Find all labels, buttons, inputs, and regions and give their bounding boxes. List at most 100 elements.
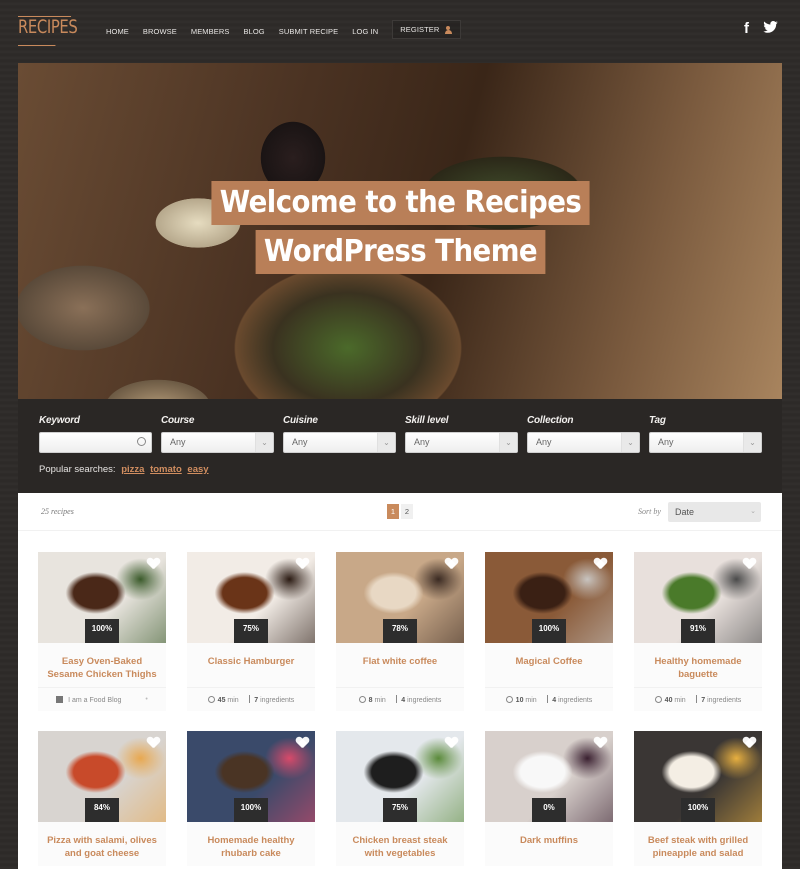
user-icon [445,25,454,34]
recipe-card[interactable]: 91% Healthy homemade baguette 40 min 7 ingr… [634,552,762,711]
recipe-meta: 10 min 4 ingredients [485,687,613,711]
recipe-ingredients-count: 7 [701,697,706,704]
recipe-time-unit: min [525,696,537,704]
nav-home[interactable]: HOME [106,27,129,36]
recipe-image[interactable]: 0% [485,731,613,822]
main-nav: HOME BROWSE MEMBERS BLOG SUBMIT RECIPE L… [106,20,475,39]
recipe-card[interactable]: 84% Pizza with salami, olives and goat ch… [38,731,166,866]
recipe-source[interactable]: I am a Food Blog [56,695,121,704]
cuisine-select[interactable]: Any ⌄ [283,432,396,453]
nav-submit-recipe[interactable]: SUBMIT RECIPE [279,27,339,36]
recipe-title[interactable]: Healthy homemade baguette [634,643,762,687]
recipe-title[interactable]: Dark muffins [485,822,613,866]
recipe-card[interactable]: 100% Magical Coffee 10 min 4 ingredients [485,552,613,711]
ingredients-icon [395,695,398,703]
nav-members[interactable]: MEMBERS [191,27,230,36]
course-select[interactable]: Any ⌄ [161,432,274,453]
recipe-title[interactable]: Easy Oven-Baked Sesame Chicken Thighs [38,643,166,687]
recipe-image[interactable]: 100% [634,731,762,822]
recipe-card[interactable]: 75% Classic Hamburger 45 min 7 ingredients [187,552,315,711]
course-label: Course [161,415,195,426]
recipe-image[interactable]: 75% [187,552,315,643]
chevron-down-icon: ⌄ [621,433,639,452]
recipe-image[interactable]: 75% [336,731,464,822]
facebook-icon[interactable]: f [744,20,749,37]
favorite-heart-icon[interactable] [296,737,309,749]
sort-value: Date [675,507,695,517]
rating-badge: 91% [681,619,715,643]
tag-select[interactable]: Any ⌄ [649,432,762,453]
favorite-heart-icon[interactable] [594,737,607,749]
course-filter: Course Any ⌄ [161,415,274,453]
recipe-image[interactable]: 78% [336,552,464,643]
recipe-image[interactable]: 91% [634,552,762,643]
recipe-title[interactable]: Classic Hamburger [187,643,315,687]
register-button[interactable]: REGISTER [392,20,462,39]
recipe-ingredients-count: 4 [401,697,406,704]
course-value: Any [170,437,186,447]
recipe-ingredients: 4 ingredients [395,695,442,704]
recipe-card[interactable]: 100% Beef steak with grilled pineapple an… [634,731,762,866]
pagination: 1 2 [387,504,413,519]
ingredients-icon [546,695,549,703]
recipe-image[interactable]: 100% [38,552,166,643]
recipe-ingredients-count: 4 [552,697,557,704]
popular-search-tomato[interactable]: tomato [150,464,182,475]
recipe-image[interactable]: 100% [187,731,315,822]
hero-title-line-1: Welcome to the Recipes [210,181,590,225]
recipe-ingredients-label: ingredients [407,697,442,704]
recipe-title[interactable]: Magical Coffee [485,643,613,687]
tag-value: Any [658,437,674,447]
collection-select[interactable]: Any ⌄ [527,432,640,453]
search-icon[interactable] [137,437,146,446]
favorite-heart-icon[interactable] [445,558,458,570]
keyword-input[interactable] [39,432,152,453]
favorite-heart-icon[interactable] [743,737,756,749]
recipe-time-value: 40 [664,696,673,704]
recipe-title[interactable]: Homemade healthy rhubarb cake [187,822,315,866]
popular-search-easy[interactable]: easy [187,464,208,475]
cuisine-filter: Cuisine Any ⌄ [283,415,396,453]
hero-title: Welcome to the Recipes WordPress Theme [18,181,782,279]
favorite-heart-icon[interactable] [147,737,160,749]
favorite-heart-icon[interactable] [594,558,607,570]
recipe-card[interactable]: 100% Easy Oven-Baked Sesame Chicken Thigh… [38,552,166,711]
clock-icon [654,695,662,703]
nav-log-in[interactable]: LOG IN [352,27,378,36]
recipe-card[interactable]: 75% Chicken breast steak with vegetables [336,731,464,866]
favorite-heart-icon[interactable] [147,558,160,570]
site-logo[interactable]: RECIPES [18,14,78,46]
popular-searches: Popular searches: pizza tomato easy [39,464,209,475]
recipe-title[interactable]: Flat white coffee [336,643,464,687]
hero-banner: Welcome to the Recipes WordPress Theme [18,63,782,399]
favorite-heart-icon[interactable] [743,558,756,570]
rating-badge: 100% [85,619,119,643]
recipe-image[interactable]: 84% [38,731,166,822]
recipe-title[interactable]: Pizza with salami, olives and goat chees… [38,822,166,866]
recipe-card[interactable]: 100% Homemade healthy rhubarb cake [187,731,315,866]
recipe-card[interactable]: 0% Dark muffins [485,731,613,866]
clock-icon [358,695,366,703]
recipe-card[interactable]: 78% Flat white coffee 8 min 4 ingredients [336,552,464,711]
chevron-down-icon: ⌄ [750,508,756,515]
popular-search-pizza[interactable]: pizza [121,464,144,475]
recipe-meta: 40 min 7 ingredients [634,687,762,711]
page-2[interactable]: 2 [401,504,413,519]
recipe-title[interactable]: Chicken breast steak with vegetables [336,822,464,866]
rating-badge: 75% [234,619,268,643]
page-1[interactable]: 1 [387,504,399,519]
recipe-time: 45 min [207,695,239,704]
rating-badge: 100% [532,619,566,643]
recipe-title[interactable]: Beef steak with grilled pineapple and sa… [634,822,762,866]
favorite-heart-icon[interactable] [296,558,309,570]
recipe-time-unit: min [227,696,239,704]
skill-level-select[interactable]: Any ⌄ [405,432,518,453]
favorite-heart-icon[interactable] [445,737,458,749]
sort-select[interactable]: Date ⌄ [668,502,761,522]
twitter-icon[interactable] [763,20,778,37]
recipe-time-unit: min [674,696,686,704]
nav-blog[interactable]: BLOG [243,27,264,36]
recipe-image[interactable]: 100% [485,552,613,643]
nav-browse[interactable]: BROWSE [143,27,177,36]
ingredients-icon [695,695,698,703]
